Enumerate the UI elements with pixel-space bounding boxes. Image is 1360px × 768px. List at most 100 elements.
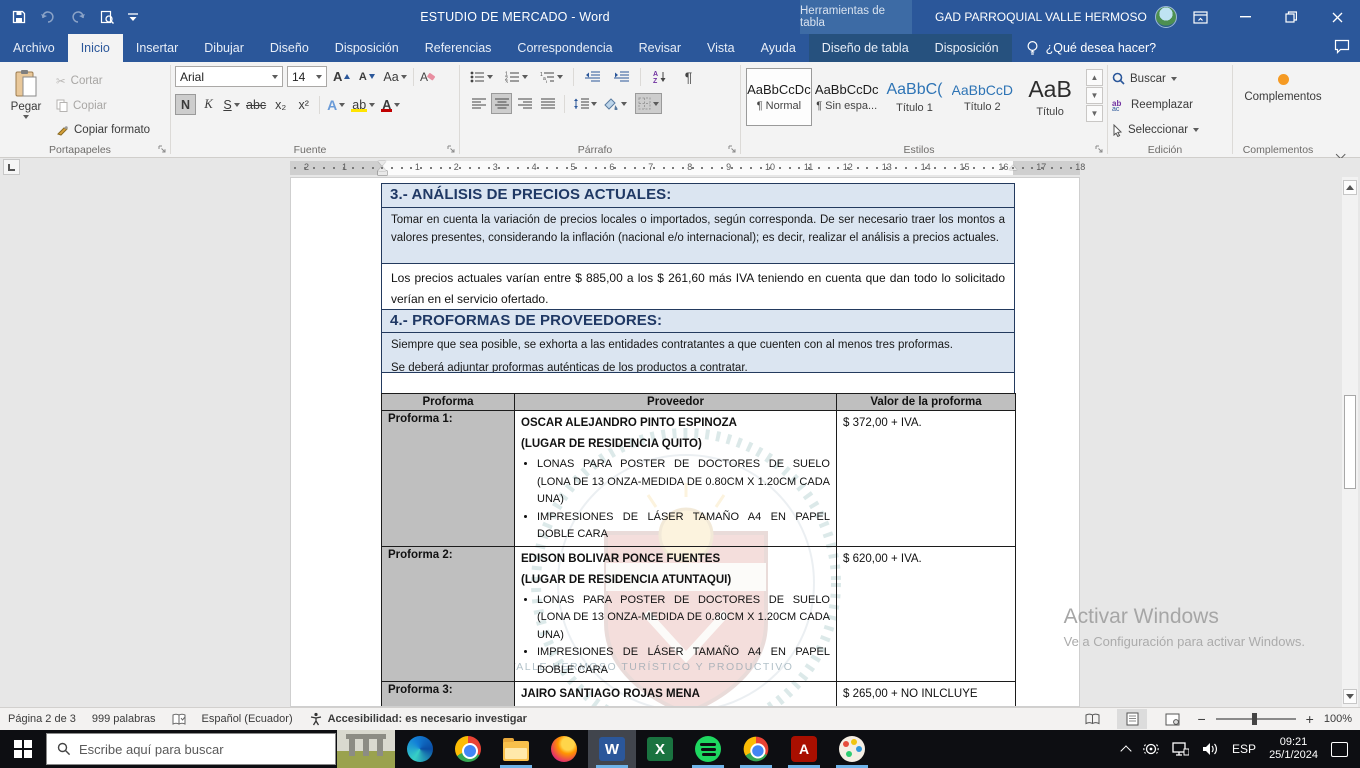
minimize-button[interactable]	[1222, 0, 1268, 34]
taskbar-firefox[interactable]	[540, 730, 588, 768]
language-indicator[interactable]: Español (Ecuador)	[202, 713, 293, 725]
save-icon[interactable]	[12, 10, 26, 24]
zoom-slider-thumb[interactable]	[1251, 713, 1257, 725]
style-titulo[interactable]: AaB Título	[1017, 68, 1083, 126]
row1-value[interactable]: $ 372,00 + IVA.	[836, 410, 1016, 547]
addins-button[interactable]: Complementos	[1244, 66, 1322, 103]
justify-button[interactable]	[537, 93, 558, 114]
multilevel-list-button[interactable]: 1ai	[538, 66, 565, 87]
header-proveedor[interactable]: Proveedor	[514, 393, 837, 411]
header-valor[interactable]: Valor de la proforma	[836, 393, 1016, 411]
copy-button[interactable]: Copiar	[56, 95, 150, 117]
tab-insertar[interactable]: Insertar	[123, 34, 191, 62]
paste-button[interactable]: Pegar	[4, 66, 48, 141]
scrollbar-thumb[interactable]	[1344, 395, 1356, 489]
style-sin-espaciado[interactable]: AaBbCcDc ¶ Sin espa...	[813, 68, 880, 126]
tab-vista[interactable]: Vista	[694, 34, 748, 62]
style-titulo-1[interactable]: AaBbC(Título 1	[881, 68, 948, 126]
font-color-button[interactable]: A	[379, 94, 402, 115]
strikethrough-button[interactable]: abc	[244, 94, 268, 115]
clear-formatting-button[interactable]: A	[418, 66, 439, 87]
sort-button[interactable]: AZ	[649, 66, 670, 87]
ruler-strip[interactable]: 21123456789101112131415161718	[290, 161, 1085, 175]
row3-label[interactable]: Proforma 3:	[381, 681, 515, 706]
ribbon-display-options-icon[interactable]	[1180, 0, 1220, 34]
styles-scroll-down[interactable]: ▼	[1085, 87, 1103, 104]
tab-correspondencia[interactable]: Correspondencia	[504, 34, 625, 62]
hidden-icons-chevron[interactable]	[1120, 744, 1132, 757]
tab-ayuda[interactable]: Ayuda	[748, 34, 809, 62]
tab-disposicion-tabla[interactable]: Disposición	[922, 34, 1012, 62]
superscript-button[interactable]: x²	[293, 94, 314, 115]
tab-referencias[interactable]: Referencias	[412, 34, 505, 62]
tab-diseno-de-tabla[interactable]: Diseño de tabla	[809, 34, 922, 62]
taskbar-word[interactable]: W	[588, 730, 636, 768]
tab-dibujar[interactable]: Dibujar	[191, 34, 257, 62]
replace-button[interactable]: ab ac Reemplazar	[1112, 94, 1228, 116]
section4-heading-block[interactable]: 4.- PROFORMAS DE PROVEEDORES:	[381, 309, 1015, 333]
page-indicator[interactable]: Página 2 de 3	[8, 713, 76, 725]
format-painter-button[interactable]: Copiar formato	[56, 119, 150, 141]
show-marks-button[interactable]: ¶	[678, 66, 699, 87]
decrease-indent-button[interactable]	[582, 66, 603, 87]
styles-scroll-up[interactable]: ▲	[1085, 69, 1103, 86]
highlight-button[interactable]: ab	[349, 94, 377, 115]
shrink-font-button[interactable]: A	[356, 66, 377, 87]
zoom-in-button[interactable]: +	[1306, 711, 1314, 727]
redo-icon[interactable]	[70, 10, 86, 24]
portapapeles-dialog-launcher[interactable]	[158, 145, 167, 154]
numbering-button[interactable]: 123	[503, 66, 530, 87]
tab-archivo[interactable]: Archivo	[0, 34, 68, 62]
row2-provider-cell[interactable]: EDISON BOLIVAR PONCE FUENTES (LUGAR DE R…	[514, 545, 837, 682]
align-center-button[interactable]	[491, 93, 512, 114]
estilos-dialog-launcher[interactable]	[1095, 145, 1104, 154]
font-name-select[interactable]: Arial	[175, 66, 283, 87]
feedback-icon[interactable]	[1334, 39, 1350, 54]
close-button[interactable]	[1314, 0, 1360, 34]
row1-label[interactable]: Proforma 1:	[381, 410, 515, 547]
line-spacing-button[interactable]	[571, 93, 599, 114]
align-left-button[interactable]	[468, 93, 489, 114]
taskbar-spotify[interactable]	[684, 730, 732, 768]
subscript-button[interactable]: x₂	[270, 94, 291, 115]
font-size-select[interactable]: 14	[287, 66, 327, 87]
find-button[interactable]: Buscar	[1112, 68, 1228, 90]
tab-stop-selector[interactable]	[3, 159, 20, 175]
undo-icon[interactable]	[40, 10, 56, 24]
tab-diseno[interactable]: Diseño	[257, 34, 322, 62]
avatar[interactable]	[1154, 6, 1177, 28]
network-icon[interactable]	[1172, 742, 1190, 756]
grow-font-button[interactable]: A	[331, 66, 352, 87]
row2-value[interactable]: $ 620,00 + IVA.	[836, 545, 1016, 682]
action-center-icon[interactable]	[1331, 741, 1348, 757]
print-preview-icon[interactable]	[100, 10, 114, 24]
read-mode-button[interactable]	[1077, 709, 1107, 729]
style-normal[interactable]: AaBbCcDc ¶ Normal	[746, 68, 812, 126]
tell-me-box[interactable]: ¿Qué desea hacer?	[1012, 34, 1171, 62]
taskbar-search[interactable]: Escribe aquí para buscar	[46, 733, 336, 765]
zoom-slider[interactable]	[1215, 713, 1296, 725]
cut-button[interactable]: ✂ Cortar	[56, 70, 150, 92]
zoom-out-button[interactable]: −	[1197, 711, 1205, 727]
tab-revisar[interactable]: Revisar	[626, 34, 694, 62]
row1-provider-cell[interactable]: OSCAR ALEJANDRO PINTO ESPINOZA (LUGAR DE…	[514, 410, 837, 547]
account-area[interactable]: GAD PARROQUIAL VALLE HERMOSO	[935, 0, 1177, 34]
change-case-button[interactable]: Aa	[381, 66, 408, 87]
restore-button[interactable]	[1268, 0, 1314, 34]
taskbar-paint-app[interactable]	[828, 730, 876, 768]
taskbar-file-explorer[interactable]	[492, 730, 540, 768]
taskbar-clock[interactable]: 09:21 25/1/2024	[1269, 736, 1318, 762]
keyboard-language[interactable]: ESP	[1232, 742, 1256, 756]
tab-inicio[interactable]: Inicio	[67, 34, 123, 62]
search-highlight-image[interactable]	[337, 730, 395, 768]
fuente-dialog-launcher[interactable]	[447, 145, 456, 154]
start-button[interactable]	[0, 730, 46, 768]
style-titulo-2[interactable]: AaBbCcD Título 2	[949, 68, 1016, 126]
row3-value[interactable]: $ 265,00 + NO INLCLUYE	[836, 681, 1016, 706]
section3-heading-block[interactable]: 3.- ANÁLISIS DE PRECIOS ACTUALES:	[381, 183, 1015, 208]
meet-now-icon[interactable]	[1143, 742, 1159, 756]
increase-indent-button[interactable]	[611, 66, 632, 87]
proofing-icon[interactable]	[172, 713, 186, 726]
borders-button[interactable]	[635, 93, 662, 114]
collapse-ribbon-icon[interactable]	[1335, 145, 1352, 160]
